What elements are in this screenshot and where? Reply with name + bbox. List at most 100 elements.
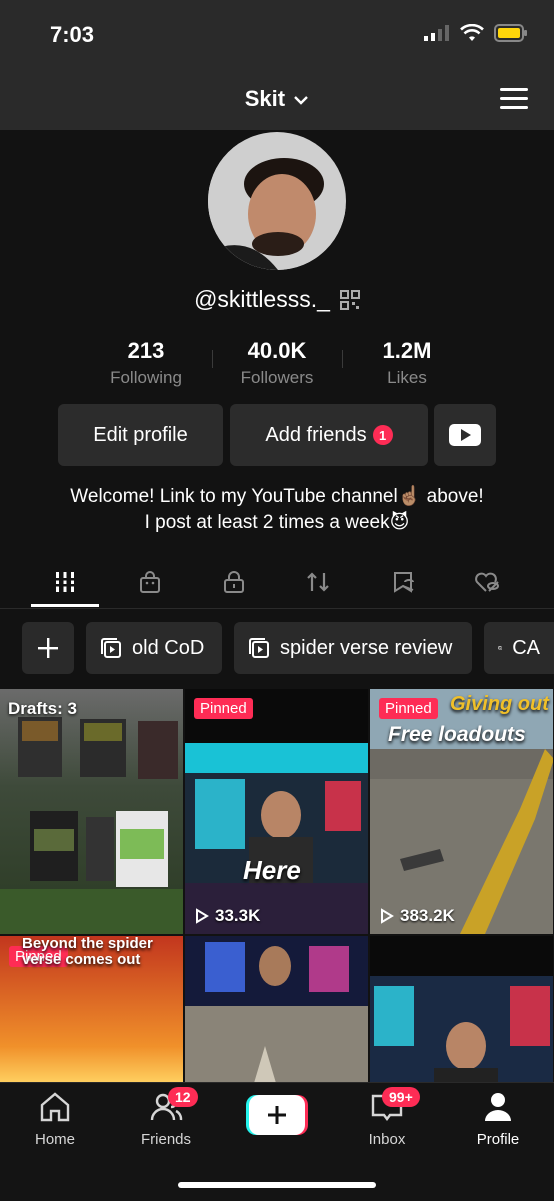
video-tile[interactable] (370, 936, 553, 1082)
play-icon (381, 908, 394, 924)
edit-profile-label: Edit profile (93, 423, 188, 446)
playlist-icon (498, 646, 503, 650)
pinned-badge: Pinned (379, 698, 438, 719)
playlist-name: old CoD (132, 636, 205, 659)
playlist-name: spider verse review (280, 636, 453, 659)
likes-label: Likes (387, 368, 427, 387)
video-caption: Giving out (450, 693, 549, 715)
status-icons (424, 24, 528, 42)
inbox-badge: 99+ (382, 1087, 420, 1107)
video-grid: Drafts: 3 Pinned Here 33.3K Pinned Givin… (0, 689, 554, 1082)
bookmark-hidden-icon (394, 572, 414, 593)
stat-likes[interactable]: 1.2M Likes (347, 338, 467, 388)
followers-label: Followers (240, 368, 314, 387)
tab-reposts[interactable] (298, 566, 338, 598)
stat-divider (342, 350, 343, 368)
tab-private[interactable] (214, 566, 254, 598)
video-tile[interactable]: Pinned Here 33.3K (185, 689, 368, 934)
add-friends-badge: 1 (372, 425, 393, 445)
video-thumbnail (370, 936, 553, 1082)
video-tile[interactable]: Pinned Giving out Free loadouts 383.2K (370, 689, 553, 934)
account-switcher[interactable]: Skit (0, 86, 554, 112)
playlist-icon (249, 638, 269, 658)
video-thumbnail (185, 936, 368, 1082)
qr-code-icon[interactable] (339, 289, 360, 310)
add-friends-label: Add friends (265, 423, 367, 446)
following-count: 213 (127, 338, 165, 363)
stat-followers[interactable]: 40.0K Followers (217, 338, 337, 388)
home-icon (40, 1092, 70, 1122)
profile-stats: 213 Following 40.0K Followers 1.2M Likes (0, 338, 554, 392)
drafts-thumbnail (0, 717, 183, 934)
status-time: 7:03 (50, 22, 95, 47)
friends-badge: 12 (168, 1087, 198, 1107)
view-count-value: 33.3K (215, 906, 261, 925)
playlist-chip[interactable]: CA (484, 622, 554, 674)
nav-home[interactable]: Home (10, 1091, 100, 1148)
playlist-name: CA (512, 636, 540, 659)
bio-line-1: Welcome! Link to my YouTube channel☝🏽 ab… (70, 486, 484, 507)
create-button[interactable] (246, 1095, 308, 1135)
video-caption: Here (243, 855, 301, 885)
view-count: 33.3K (195, 906, 260, 926)
wifi-icon (460, 24, 484, 41)
username: @skittlesss._ (194, 286, 330, 312)
nav-inbox-label: Inbox (368, 1131, 406, 1148)
home-indicator (178, 1182, 376, 1188)
avatar[interactable] (208, 132, 346, 270)
nav-profile[interactable]: Profile (453, 1091, 543, 1148)
stat-divider (212, 350, 213, 368)
lock-icon (224, 571, 244, 593)
active-tab-indicator (31, 604, 99, 607)
edit-profile-button[interactable]: Edit profile (58, 404, 223, 466)
avatar-image (208, 132, 346, 270)
top-bar: Skit (0, 64, 554, 130)
tab-favorites[interactable] (384, 566, 424, 598)
signal-icon (424, 25, 449, 41)
add-friends-button[interactable]: Add friends 1 (230, 404, 428, 466)
video-caption: Free loadouts (388, 723, 526, 746)
bio-line-2: I post at least 2 times a week😈 (144, 512, 410, 533)
add-playlist-button[interactable] (22, 622, 74, 674)
play-icon (196, 908, 209, 924)
grid-icon (53, 572, 77, 592)
menu-button[interactable] (500, 88, 528, 110)
video-tile[interactable]: Pinned Beyond the spider verse comes out (0, 936, 183, 1082)
playlist-chip[interactable]: old CoD (86, 622, 222, 674)
playlist-chips: old CoD spider verse review CA (0, 622, 554, 676)
following-label: Following (110, 368, 182, 387)
youtube-button[interactable] (434, 404, 496, 466)
chevron-down-icon (294, 96, 309, 105)
status-bar: 7:03 (0, 0, 554, 64)
plus-icon (38, 638, 58, 658)
nav-home-label: Home (34, 1131, 75, 1148)
view-count-value: 383.2K (400, 906, 455, 925)
nav-friends-label: Friends (140, 1131, 192, 1148)
create-plus-icon (246, 1095, 308, 1135)
tab-shop[interactable] (130, 566, 170, 598)
account-name: Skit (244, 86, 286, 111)
hamburger-icon (500, 88, 528, 91)
content-tabs (0, 560, 554, 609)
bio: Welcome! Link to my YouTube channel☝🏽 ab… (0, 484, 554, 536)
battery-icon (494, 24, 527, 42)
followers-count: 40.0K (247, 338, 307, 363)
username-row: @skittlesss._ (0, 286, 554, 313)
heart-hidden-icon (475, 572, 500, 592)
drafts-tile[interactable]: Drafts: 3 (0, 689, 183, 934)
view-count: 383.2K (380, 906, 455, 926)
stat-following[interactable]: 213 Following (86, 338, 206, 388)
repost-icon (307, 572, 329, 592)
youtube-icon (449, 424, 481, 446)
playlist-chip[interactable]: spider verse review (234, 622, 472, 674)
shopping-bag-icon (140, 571, 160, 593)
video-thumbnail (185, 689, 368, 934)
tab-videos[interactable] (45, 566, 85, 598)
playlist-icon (101, 638, 121, 658)
nav-profile-label: Profile (476, 1131, 520, 1148)
tab-liked[interactable] (468, 566, 508, 598)
profile-icon (485, 1093, 511, 1121)
drafts-label: Drafts: 3 (8, 699, 77, 718)
video-caption: Beyond the spider verse comes out (22, 936, 153, 968)
video-tile[interactable] (185, 936, 368, 1082)
